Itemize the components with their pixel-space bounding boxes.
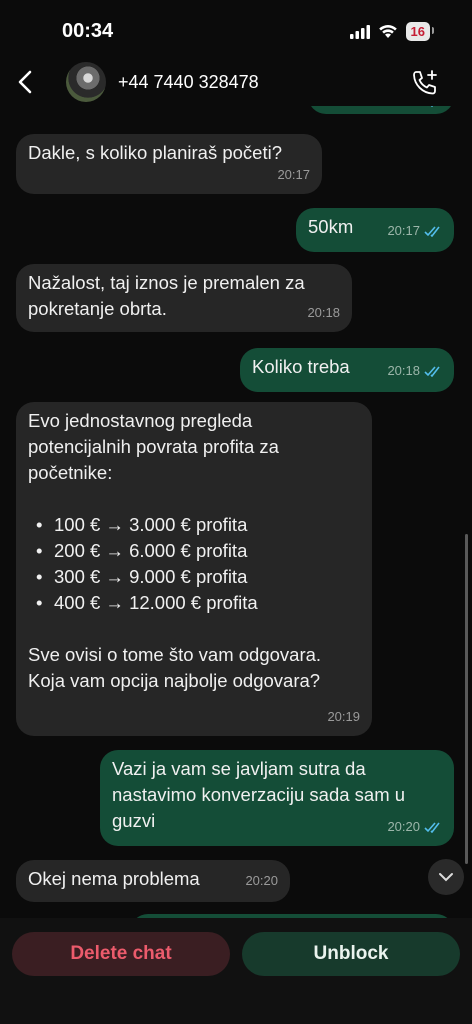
contact-name[interactable]: +44 7440 328478 xyxy=(118,72,259,93)
scrollbar[interactable] xyxy=(465,534,468,864)
message-text: Koliko treba xyxy=(252,356,350,377)
message-bubble-outgoing[interactable]: 20:17 xyxy=(308,106,454,114)
wifi-icon xyxy=(378,25,397,38)
battery-indicator: 16 xyxy=(405,22,435,41)
message-time: 20:20 xyxy=(387,814,442,840)
status-icons: 16 xyxy=(349,22,435,41)
message-text: Evo jednostavnog pregleda potencijalnih … xyxy=(28,410,279,483)
message-text: Dakle, s koliko planiraš početi? xyxy=(28,142,282,163)
scroll-to-bottom-button[interactable] xyxy=(428,859,464,895)
chevron-down-icon xyxy=(439,873,453,882)
add-call-button[interactable] xyxy=(410,68,440,98)
message-text: Nažalost, taj iznos je premalen za pokre… xyxy=(28,272,305,319)
list-item: 400 € → 12.000 € profita xyxy=(36,590,360,616)
list-item: 100 € → 3.000 € profita xyxy=(36,512,360,538)
signal-bars-icon xyxy=(349,24,370,39)
message-text: Vazi ja vam se javljam sutra da nastavim… xyxy=(112,758,406,831)
chevron-left-icon xyxy=(18,70,32,94)
message-time: 20:19 xyxy=(327,709,360,724)
unblock-button[interactable]: Unblock xyxy=(242,932,460,976)
profit-list: 100 € → 3.000 € profita 200 € → 6.000 € … xyxy=(28,512,360,616)
double-check-icon xyxy=(424,365,440,377)
double-check-icon xyxy=(431,106,433,107)
message-bubble-outgoing[interactable]: Koliko treba 20:18 xyxy=(240,348,454,392)
message-bubble-outgoing[interactable]: 50km 20:17 xyxy=(296,208,454,252)
delete-chat-button[interactable]: Delete chat xyxy=(12,932,230,976)
action-bar: Delete chat Unblock xyxy=(0,918,472,1024)
message-bubble-incoming[interactable]: Nažalost, taj iznos je premalen za pokre… xyxy=(16,264,352,332)
message-time: 20:18 xyxy=(307,305,340,320)
avatar[interactable] xyxy=(66,62,106,102)
message-text: 50km xyxy=(308,216,354,237)
message-text: Okej nema problema xyxy=(28,868,200,889)
list-item: 200 € → 6.000 € profita xyxy=(36,538,360,564)
message-bubble-incoming[interactable]: Okej nema problema 20:20 xyxy=(16,860,290,902)
double-check-icon xyxy=(424,225,440,237)
status-bar: 00:34 16 xyxy=(0,0,472,60)
message-bubble-incoming[interactable]: Evo jednostavnog pregleda potencijalnih … xyxy=(16,402,372,736)
back-button[interactable] xyxy=(10,64,40,100)
message-bubble-outgoing[interactable]: Vazi ja vam se javljam sutra da nastavim… xyxy=(100,750,454,846)
status-time: 00:34 xyxy=(62,20,114,42)
message-time: 20:17 xyxy=(387,106,442,114)
message-time: 20:17 xyxy=(277,167,310,182)
message-bubble-incoming[interactable]: Dakle, s koliko planiraš početi? 20:17 xyxy=(16,134,322,194)
add-call-icon xyxy=(413,70,437,95)
message-list[interactable]: 20:17 Dakle, s koliko planiraš početi? 2… xyxy=(0,106,472,918)
message-text: Sve ovisi o tome što vam odgovara. Koja … xyxy=(28,644,322,691)
message-time: 20:18 xyxy=(387,358,442,384)
list-item: 300 € → 9.000 € profita xyxy=(36,564,360,590)
message-time: 20:17 xyxy=(387,218,442,244)
message-time: 20:20 xyxy=(245,873,278,888)
double-check-icon xyxy=(424,821,440,833)
chat-header: +44 7440 328478 xyxy=(0,60,472,106)
